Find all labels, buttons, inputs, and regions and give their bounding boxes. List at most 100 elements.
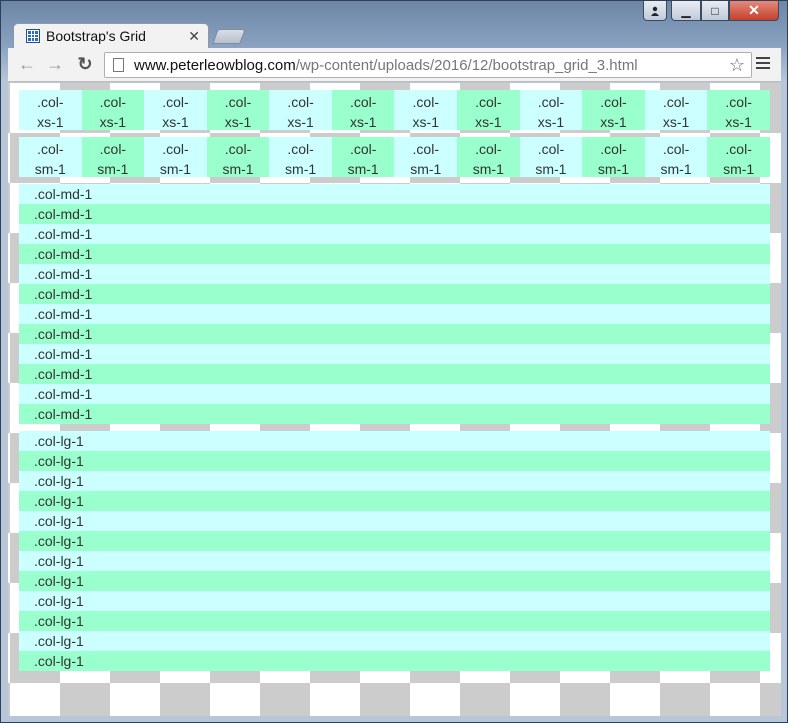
col-sm-cell-line1: .col- — [662, 141, 690, 157]
col-xs-cell-line2: xs-1 — [600, 114, 627, 130]
col-sm-cell-line1: .col- — [537, 141, 565, 157]
col-sm-cell-line2: sm-1 — [660, 161, 692, 177]
row-col-xs: .col-xs-1 .col-xs-1 .col-xs-1 .col-xs-1 .col… — [19, 90, 770, 130]
col-md-cell: .col-md-1 — [19, 264, 770, 284]
col-xs-cell: .col-xs-1 — [206, 90, 270, 130]
col-sm-cell-line1: .col- — [725, 141, 752, 157]
col-xs-cell-line2: xs-1 — [662, 114, 690, 130]
col-sm-cell: .col-sm-1 — [394, 137, 458, 177]
col-sm-cell-line2: sm-1 — [34, 161, 66, 177]
col-xs-cell-line1: .col- — [287, 94, 314, 110]
col-sm-cell: .col-sm-1 — [519, 137, 583, 177]
col-sm-cell-line2: sm-1 — [597, 161, 630, 177]
col-sm-cell-line2: sm-1 — [723, 161, 755, 177]
maximize-button[interactable]: □ — [701, 1, 729, 21]
address-bar[interactable]: www.peterleowblog.com/wp-content/uploads… — [104, 52, 752, 78]
col-xs-cell: .col-xs-1 — [582, 90, 645, 130]
col-sm-cell-line1: .col- — [349, 141, 377, 157]
col-xs-cell-line1: .col- — [349, 94, 377, 110]
col-xs-cell-line2: xs-1 — [224, 114, 252, 130]
col-xs-cell-line1: .col- — [662, 94, 690, 110]
col-lg-cell: .col-lg-1 — [19, 431, 770, 451]
col-lg-cell: .col-lg-1 — [19, 611, 770, 631]
user-profile-icon[interactable] — [643, 1, 667, 21]
col-md-cell: .col-md-1 — [19, 284, 770, 304]
minimize-button[interactable]: ▁ — [671, 1, 701, 21]
col-sm-cell: .col-sm-1 — [707, 137, 770, 177]
col-md-cell: .col-md-1 — [19, 364, 770, 384]
col-sm-cell-line2: sm-1 — [472, 161, 504, 177]
col-lg-cell: .col-lg-1 — [19, 631, 770, 651]
col-xs-cell-line1: .col- — [475, 94, 502, 110]
col-xs-cell-line2: xs-1 — [412, 114, 439, 130]
url-text[interactable]: www.peterleowblog.com/wp-content/uploads… — [134, 57, 638, 74]
back-arrow-icon[interactable]: ← — [17, 54, 37, 75]
col-md-cell: .col-md-1 — [19, 404, 770, 424]
col-xs-cell-line1: .col- — [412, 94, 439, 110]
col-xs-cell-line1: .col- — [224, 94, 252, 110]
col-sm-cell: .col-sm-1 — [269, 137, 332, 177]
col-xs-cell-line2: xs-1 — [475, 114, 502, 130]
row-col-md: .col-md-1 .col-md-1 .col-md-1 .col-md-1 .col… — [19, 184, 770, 424]
col-sm-cell-line2: sm-1 — [97, 161, 129, 177]
col-sm-cell: .col-sm-1 — [81, 137, 145, 177]
col-xs-cell-line1: .col- — [162, 94, 189, 110]
col-xs-cell: .col-xs-1 — [644, 90, 708, 130]
reload-icon[interactable]: ↻ — [75, 54, 95, 75]
new-tab-button[interactable] — [212, 29, 246, 44]
col-md-cell: .col-md-1 — [19, 244, 770, 264]
row-col-sm: .col-sm-1 .col-sm-1 .col-sm-1 .col-sm-1 .col… — [19, 137, 770, 177]
window-caption-buttons: ▁ □ ✕ — [643, 1, 779, 23]
col-sm-cell-line2: sm-1 — [159, 161, 191, 177]
col-xs-cell-line2: xs-1 — [725, 114, 752, 130]
col-md-cell: .col-md-1 — [19, 184, 770, 204]
col-sm-cell: .col-sm-1 — [144, 137, 207, 177]
col-xs-cell-line2: xs-1 — [99, 114, 127, 130]
col-xs-cell: .col-xs-1 — [457, 90, 520, 130]
tab-bootstraps-grid[interactable]: Bootstrap's Grid ✕ — [13, 23, 209, 48]
col-xs-cell-line1: .col- — [37, 94, 64, 110]
menu-hamburger-icon[interactable] — [756, 57, 770, 72]
col-xs-cell: .col-xs-1 — [144, 90, 207, 130]
col-lg-cell: .col-lg-1 — [19, 511, 770, 531]
col-md-cell: .col-md-1 — [19, 304, 770, 324]
col-lg-cell: .col-lg-1 — [19, 571, 770, 591]
col-xs-cell: .col-xs-1 — [81, 90, 145, 130]
col-sm-cell-line1: .col- — [162, 141, 189, 157]
col-lg-cell: .col-lg-1 — [19, 531, 770, 551]
col-lg-cell: .col-lg-1 — [19, 451, 770, 471]
col-sm-cell-line2: sm-1 — [285, 161, 317, 177]
col-xs-cell-line1: .col- — [600, 94, 627, 110]
col-xs-cell: .col-xs-1 — [394, 90, 458, 130]
tab-close-icon[interactable]: ✕ — [188, 28, 200, 45]
bookmark-star-icon[interactable]: ☆ — [729, 55, 745, 76]
browser-window: ▁ □ ✕ Bootstrap's Grid ✕ ← → ↻ www.peter… — [0, 0, 788, 723]
tab-title: Bootstrap's Grid — [46, 28, 146, 44]
col-sm-cell-line2: sm-1 — [222, 161, 254, 177]
col-sm-cell-line1: .col- — [600, 141, 627, 157]
forward-arrow-icon[interactable]: → — [45, 54, 65, 75]
col-sm-cell: .col-sm-1 — [331, 137, 395, 177]
url-path: /wp-content/uploads/2016/12/bootstrap_gr… — [295, 56, 638, 74]
col-sm-cell-line2: sm-1 — [410, 161, 442, 177]
col-xs-cell: .col-xs-1 — [331, 90, 395, 130]
col-sm-cell-line1: .col- — [99, 141, 127, 157]
col-xs-cell-line2: xs-1 — [37, 114, 64, 130]
close-window-button[interactable]: ✕ — [729, 1, 779, 21]
col-xs-cell: .col-xs-1 — [519, 90, 583, 130]
col-lg-cell: .col-lg-1 — [19, 491, 770, 511]
col-xs-cell: .col-xs-1 — [707, 90, 770, 130]
row-col-lg: .col-lg-1 .col-lg-1 .col-lg-1 .col-lg-1 .col… — [19, 431, 770, 671]
col-md-cell: .col-md-1 — [19, 204, 770, 224]
col-sm-cell: .col-sm-1 — [644, 137, 708, 177]
col-sm-cell: .col-sm-1 — [19, 137, 82, 177]
browser-toolbar: ← → ↻ www.peterleowblog.com/wp-content/u… — [8, 48, 781, 82]
col-lg-cell: .col-lg-1 — [19, 551, 770, 571]
col-sm-cell-line1: .col- — [37, 141, 64, 157]
col-xs-cell-line2: xs-1 — [349, 114, 377, 130]
col-sm-cell-line1: .col- — [412, 141, 439, 157]
col-sm-cell-line2: sm-1 — [347, 161, 379, 177]
col-lg-cell: .col-lg-1 — [19, 591, 770, 611]
col-xs-cell-line2: xs-1 — [162, 114, 189, 130]
col-sm-cell: .col-sm-1 — [582, 137, 645, 177]
